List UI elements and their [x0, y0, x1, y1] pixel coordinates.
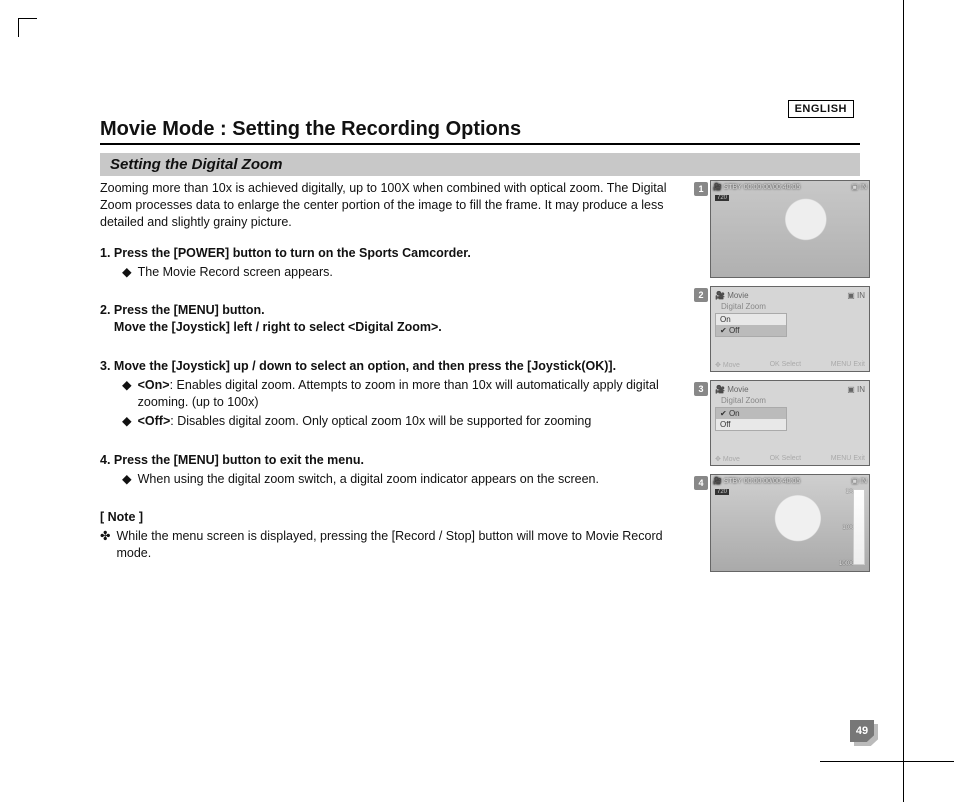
note-heading: [ Note ]: [100, 509, 698, 526]
note-text: While the menu screen is displayed, pres…: [116, 528, 698, 562]
figure-column: 1 🎥 STBY 00:00:00/00:40:05 ▣ IN 720 2 🎥 …: [710, 180, 880, 580]
section-subtitle: Setting the Digital Zoom: [100, 153, 860, 176]
step-num: 4.: [100, 453, 110, 467]
step-head-b: Move the [Joystick] left / right to sele…: [114, 320, 442, 334]
figure-2: 2 🎥 Movie ▣ IN Digital Zoom On ✔ Off ✥ M…: [710, 286, 880, 372]
step-head: Press the [MENU] button to exit the menu…: [114, 453, 364, 467]
step-1: 1. Press the [POWER] button to turn on t…: [100, 245, 698, 281]
step-head: Press the [POWER] button to turn on the …: [114, 246, 471, 260]
figure-4: 4 🎥 STBY 00:00:00/00:40:05 ▣ IN 720 1X 1…: [710, 474, 880, 572]
sub-text: When using the digital zoom switch, a di…: [138, 471, 599, 488]
menu-setting-label: Digital Zoom: [721, 396, 865, 405]
option-text: : Disables digital zoom. Only optical zo…: [170, 414, 591, 428]
bullet-icon: ◆: [122, 471, 132, 488]
option-label: <Off>: [138, 414, 171, 428]
crop-mark: [820, 761, 954, 762]
page-title: Movie Mode : Setting the Recording Optio…: [100, 118, 894, 141]
title-rule: [100, 143, 860, 145]
bullet-icon: ◆: [122, 264, 132, 281]
option-text: : Enables digital zoom. Attempts to zoom…: [138, 378, 659, 409]
figure-number: 3: [694, 382, 708, 396]
step-head-a: Press the [MENU] button.: [114, 303, 265, 317]
step-2: 2. Press the [MENU] button. 2. Move the …: [100, 302, 698, 336]
zoom-label: 1X: [846, 489, 853, 495]
menu-setting-label: Digital Zoom: [721, 302, 865, 311]
bullet-icon: ◆: [122, 377, 132, 411]
step-head: Move the [Joystick] up / down to select …: [114, 359, 616, 373]
step-3: 3. Move the [Joystick] up / down to sele…: [100, 358, 698, 430]
figure-1: 1 🎥 STBY 00:00:00/00:40:05 ▣ IN 720: [710, 180, 880, 278]
figure-number: 2: [694, 288, 708, 302]
figure-number: 4: [694, 476, 708, 490]
res-badge: 720: [715, 195, 729, 201]
menu-option-on: ✔ On: [716, 408, 786, 419]
step-num: 1.: [100, 246, 110, 260]
crop-mark: [903, 0, 904, 802]
res-badge: 720: [715, 489, 729, 495]
menu-option-on: On: [716, 314, 786, 325]
zoom-label: 10X: [842, 525, 853, 531]
step-num: 2.: [100, 303, 110, 317]
manual-page: ENGLISH Movie Mode : Setting the Recordi…: [0, 0, 954, 802]
language-tag: ENGLISH: [788, 100, 854, 118]
option-label: <On>: [138, 378, 170, 392]
body-column: Zooming more than 10x is achieved digita…: [100, 180, 698, 580]
figure-number: 1: [694, 182, 708, 196]
menu-option-off: ✔ Off: [716, 325, 786, 336]
zoom-label: 100X: [839, 561, 853, 567]
step-4: 4. Press the [MENU] button to exit the m…: [100, 452, 698, 488]
bullet-icon: ◆: [122, 413, 132, 430]
zoom-scale: [853, 489, 865, 565]
note-bullet-icon: ✤: [100, 528, 110, 562]
crop-mark: [18, 18, 37, 37]
sub-text: The Movie Record screen appears.: [138, 264, 333, 281]
menu-option-off: Off: [716, 419, 786, 430]
intro-text: Zooming more than 10x is achieved digita…: [100, 180, 698, 231]
step-num: 3.: [100, 359, 110, 373]
figure-3: 3 🎥 Movie ▣ IN Digital Zoom ✔ On Off ✥ M…: [710, 380, 880, 466]
